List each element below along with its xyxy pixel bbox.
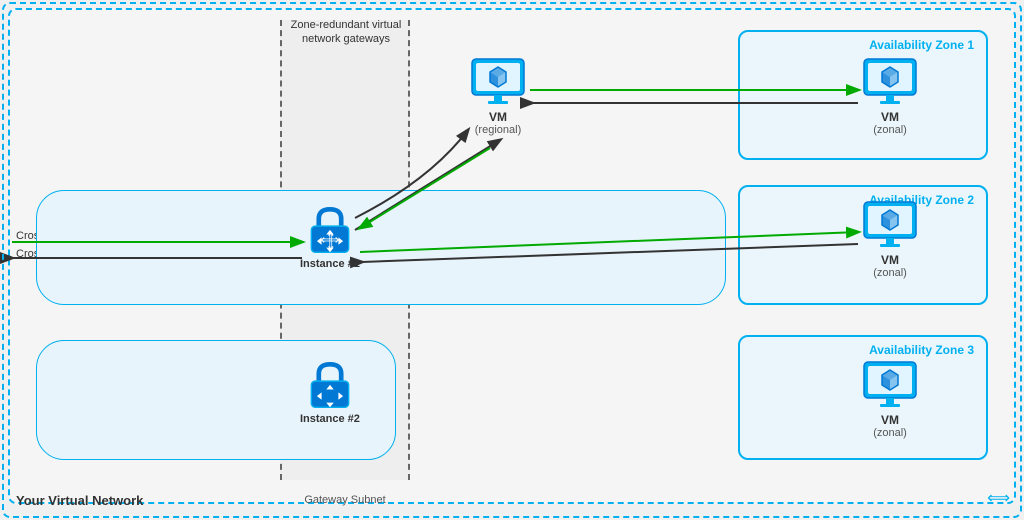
vm-az3-container: VM (zonal) [860, 358, 920, 439]
instance2-container: Instance #2 [300, 355, 360, 425]
instance2-label: Instance #2 [300, 413, 360, 425]
vm-az1-sublabel: (zonal) [873, 124, 907, 136]
virtual-network-label: Your Virtual Network [16, 493, 143, 508]
vm-az2-container: VM (zonal) [860, 198, 920, 279]
vm-az2-icon [860, 198, 920, 253]
diagram-container: Zone-redundant virtual network gateways … [0, 0, 1024, 520]
mid-row-lane [36, 190, 726, 305]
vm-az2-label: VM [881, 253, 899, 267]
gateway-subnet-label: Gateway Subnet [286, 494, 404, 506]
instance2-icon [302, 355, 358, 411]
svg-text:⟺: ⟺ [324, 232, 338, 249]
instance1-label: Instance #1 [300, 258, 360, 270]
az3-label: Availability Zone 3 [869, 343, 974, 357]
vm-az3-icon [860, 358, 920, 413]
corner-decoration: ⟺ [987, 488, 1010, 508]
instance1-icon: ⟺ ⟺ [302, 200, 358, 256]
vm-regional-label: VM [489, 110, 507, 124]
vm-az1-container: VM (zonal) [860, 55, 920, 136]
zone-redundant-label: Zone-redundant virtual network gateways [284, 18, 408, 47]
vm-az3-label: VM [881, 413, 899, 427]
vm-az2-sublabel: (zonal) [873, 267, 907, 279]
vm-az3-sublabel: (zonal) [873, 427, 907, 439]
vm-regional-icon [468, 55, 528, 110]
vm-regional-container: VM (regional) [468, 55, 528, 136]
vm-az1-icon [860, 55, 920, 110]
az1-label: Availability Zone 1 [869, 38, 974, 52]
vm-az1-label: VM [881, 110, 899, 124]
instance1-container: ⟺ ⟺ Instance #1 [300, 200, 360, 270]
vm-regional-sublabel: (regional) [475, 124, 521, 136]
